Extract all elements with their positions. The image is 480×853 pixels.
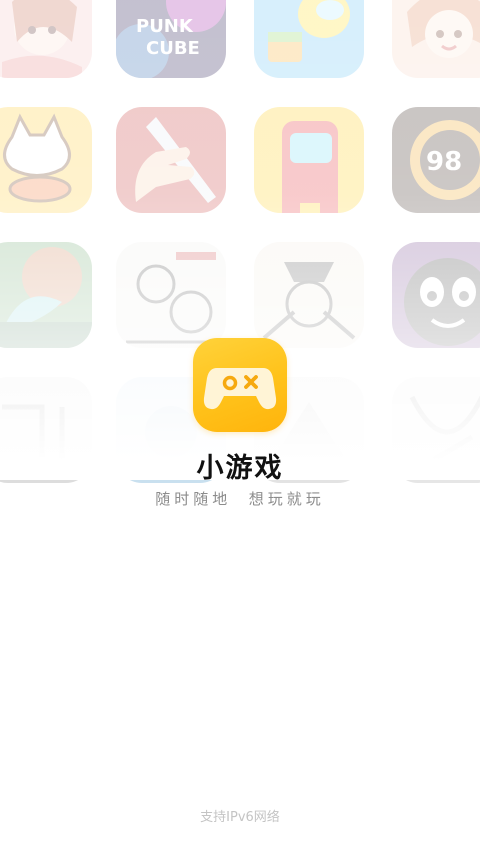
svg-text:PUNK: PUNK	[136, 16, 194, 37]
red-crewmate-game-icon	[254, 107, 364, 213]
app-name: 小游戏	[196, 453, 284, 484]
ipv6-support-note: 支持IPv6网络	[200, 810, 280, 825]
svg-text:CUBE: CUBE	[146, 38, 200, 59]
app-logo	[193, 338, 287, 432]
score-ring-game-icon: 98	[392, 107, 480, 213]
lucky-cat-fish-game-icon	[0, 107, 92, 213]
svg-text:98: 98	[426, 147, 462, 177]
gamepad-icon	[203, 368, 277, 410]
yellow-robot-cube-game-icon	[254, 0, 364, 78]
punk-cube-game-icon: PUNK CUBE	[116, 0, 226, 78]
dragon-warrior-game-icon	[0, 242, 92, 348]
pirate-battle-game-icon	[254, 242, 364, 348]
splash-screen: PUNK CUBE 98 小游戏 随时随地 想玩就玩 支持IPv6网络	[0, 0, 480, 853]
anime-girl-game-icon	[0, 0, 92, 78]
knife-hand-game-icon	[116, 107, 226, 213]
detective-comic-game-icon	[116, 242, 226, 348]
dark-blob-face-game-icon	[392, 242, 480, 348]
cartoon-girl-game-icon	[392, 0, 480, 78]
app-slogan: 随时随地 想玩就玩	[155, 490, 325, 508]
